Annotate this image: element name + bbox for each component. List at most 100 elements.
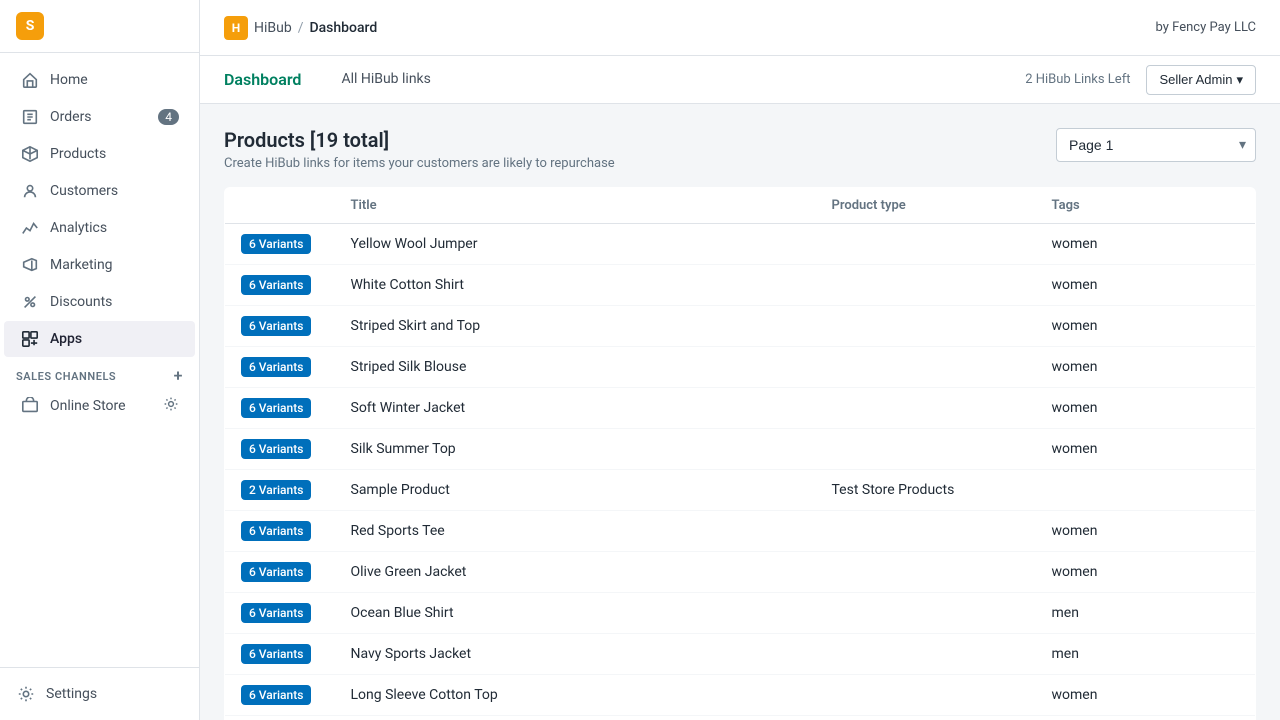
discounts-icon [20, 292, 40, 312]
page-select[interactable]: Page 1 Page 2 [1056, 128, 1256, 162]
variant-badge[interactable]: 6 Variants [241, 521, 311, 541]
variants-cell[interactable]: 6 Variants [225, 675, 335, 716]
online-store-settings-icon[interactable] [163, 396, 179, 416]
col-header-variants [225, 188, 335, 224]
orders-badge: 4 [158, 109, 179, 125]
products-header-text: Products [19 total] Create HiBub links f… [224, 128, 615, 171]
online-store-label: Online Store [50, 398, 126, 414]
sidebar: S Home Orders 4 Products [0, 0, 200, 720]
table-row[interactable]: 2 Variants Sample Product Test Store Pro… [225, 470, 1256, 511]
sidebar-item-products[interactable]: Products [4, 136, 195, 172]
marketing-icon [20, 255, 40, 275]
variant-badge[interactable]: 2 Variants [241, 480, 311, 500]
table-row[interactable]: 6 Variants Soft Winter Jacket women [225, 388, 1256, 429]
tags-cell: women [1036, 265, 1256, 306]
products-subtitle: Create HiBub links for items your custom… [224, 156, 615, 171]
table-row[interactable]: 6 Variants Navy Sports Jacket men [225, 634, 1256, 675]
variant-badge[interactable]: 6 Variants [241, 357, 311, 377]
products-title: Products [19 total] [224, 128, 615, 152]
variant-badge[interactable]: 6 Variants [241, 685, 311, 705]
sidebar-item-label: Apps [50, 331, 82, 347]
variant-badge[interactable]: 6 Variants [241, 439, 311, 459]
product-type-cell [816, 347, 1036, 388]
title-cell: Silk Summer Top [335, 429, 816, 470]
products-table: Title Product type Tags 6 Variants Yello… [224, 187, 1256, 720]
title-cell: Yellow Wool Jumper [335, 224, 816, 265]
sidebar-item-home[interactable]: Home [4, 62, 195, 98]
variants-cell[interactable]: 6 Variants [225, 224, 335, 265]
table-row[interactable]: 6 Variants Yellow Wool Jumper women [225, 224, 1256, 265]
variants-cell[interactable]: 6 Variants [225, 347, 335, 388]
product-type-cell: Test Store Products [816, 470, 1036, 511]
variants-cell[interactable]: 6 Variants [225, 388, 335, 429]
sidebar-item-customers[interactable]: Customers [4, 173, 195, 209]
title-cell: Sample Product [335, 470, 816, 511]
topbar: H HiBub / Dashboard by Fency Pay LLC [200, 0, 1280, 56]
product-type-cell [816, 716, 1036, 720]
title-cell: White Cotton Shirt [335, 265, 816, 306]
table-row[interactable]: 6 Variants Striped Skirt and Top women [225, 306, 1256, 347]
variant-badge[interactable]: 6 Variants [241, 644, 311, 664]
chevron-down-icon: ▾ [1236, 72, 1243, 88]
variants-cell[interactable]: 2 Variants [225, 470, 335, 511]
customers-icon [20, 181, 40, 201]
table-row[interactable]: 6 Variants Red Sports Tee women [225, 511, 1256, 552]
product-type-cell [816, 224, 1036, 265]
table-row[interactable]: 6 Variants Long Sleeve Cotton Top women [225, 675, 1256, 716]
variants-cell[interactable]: 6 Variants [225, 552, 335, 593]
sidebar-item-discounts[interactable]: Discounts [4, 284, 195, 320]
variant-badge[interactable]: 6 Variants [241, 234, 311, 254]
topbar-by-label: by Fency Pay LLC [1156, 20, 1256, 35]
table-row[interactable]: 6 Variants White Cotton Shirt women [225, 265, 1256, 306]
seller-admin-button[interactable]: Seller Admin ▾ [1146, 65, 1256, 95]
sidebar-item-analytics[interactable]: Analytics [4, 210, 195, 246]
variant-badge[interactable]: 6 Variants [241, 398, 311, 418]
seller-admin-label: Seller Admin [1159, 72, 1232, 87]
col-header-tags: Tags [1036, 188, 1256, 224]
variant-badge[interactable]: 6 Variants [241, 275, 311, 295]
tags-cell: women [1036, 675, 1256, 716]
variants-cell[interactable]: 6 Variants [225, 511, 335, 552]
tab-dashboard-title[interactable]: Dashboard [224, 56, 301, 103]
variant-badge[interactable]: 6 Variants [241, 316, 311, 336]
sidebar-item-label: Marketing [50, 257, 113, 273]
table-row[interactable]: 6 Variants Silk Summer Top women [225, 429, 1256, 470]
tab-all-links[interactable]: All HiBub links [325, 57, 446, 104]
topbar-breadcrumb: H HiBub / Dashboard [224, 16, 377, 40]
product-type-cell [816, 429, 1036, 470]
title-cell: Red Sports Tee [335, 511, 816, 552]
table-row[interactable]: 6 Variants Olive Green Jacket women [225, 552, 1256, 593]
variants-cell[interactable]: 6 Variants [225, 265, 335, 306]
sidebar-item-marketing[interactable]: Marketing [4, 247, 195, 283]
col-header-type: Product type [816, 188, 1036, 224]
product-type-cell [816, 593, 1036, 634]
sales-channels-section: SALES CHANNELS + [0, 358, 199, 388]
table-row[interactable]: 5 Variants LED High Tops men [225, 716, 1256, 720]
table-row[interactable]: 6 Variants Striped Silk Blouse women [225, 347, 1256, 388]
sidebar-item-online-store[interactable]: Online Store [4, 389, 195, 423]
page-select-wrapper[interactable]: Page 1 Page 2 [1056, 128, 1256, 162]
variants-cell[interactable]: 6 Variants [225, 306, 335, 347]
variant-badge[interactable]: 6 Variants [241, 562, 311, 582]
title-cell: Striped Skirt and Top [335, 306, 816, 347]
sidebar-item-orders[interactable]: Orders 4 [4, 99, 195, 135]
add-sales-channel-button[interactable]: + [174, 368, 183, 384]
variants-cell[interactable]: 5 Variants [225, 716, 335, 720]
online-store-icon [20, 396, 40, 416]
sidebar-item-apps[interactable]: Apps [4, 321, 195, 357]
title-cell: Navy Sports Jacket [335, 634, 816, 675]
sidebar-item-label: Home [50, 72, 88, 88]
table-row[interactable]: 6 Variants Ocean Blue Shirt men [225, 593, 1256, 634]
product-type-cell [816, 511, 1036, 552]
variant-badge[interactable]: 6 Variants [241, 603, 311, 623]
sidebar-item-label: Products [50, 146, 106, 162]
sidebar-item-settings[interactable]: Settings [0, 676, 199, 712]
variants-cell[interactable]: 6 Variants [225, 634, 335, 675]
breadcrumb-separator: / [298, 20, 304, 36]
sidebar-item-label: Customers [50, 183, 118, 199]
content-area: Products [19 total] Create HiBub links f… [200, 104, 1280, 720]
orders-icon [20, 107, 40, 127]
variants-cell[interactable]: 6 Variants [225, 429, 335, 470]
variants-cell[interactable]: 6 Variants [225, 593, 335, 634]
product-type-cell [816, 265, 1036, 306]
